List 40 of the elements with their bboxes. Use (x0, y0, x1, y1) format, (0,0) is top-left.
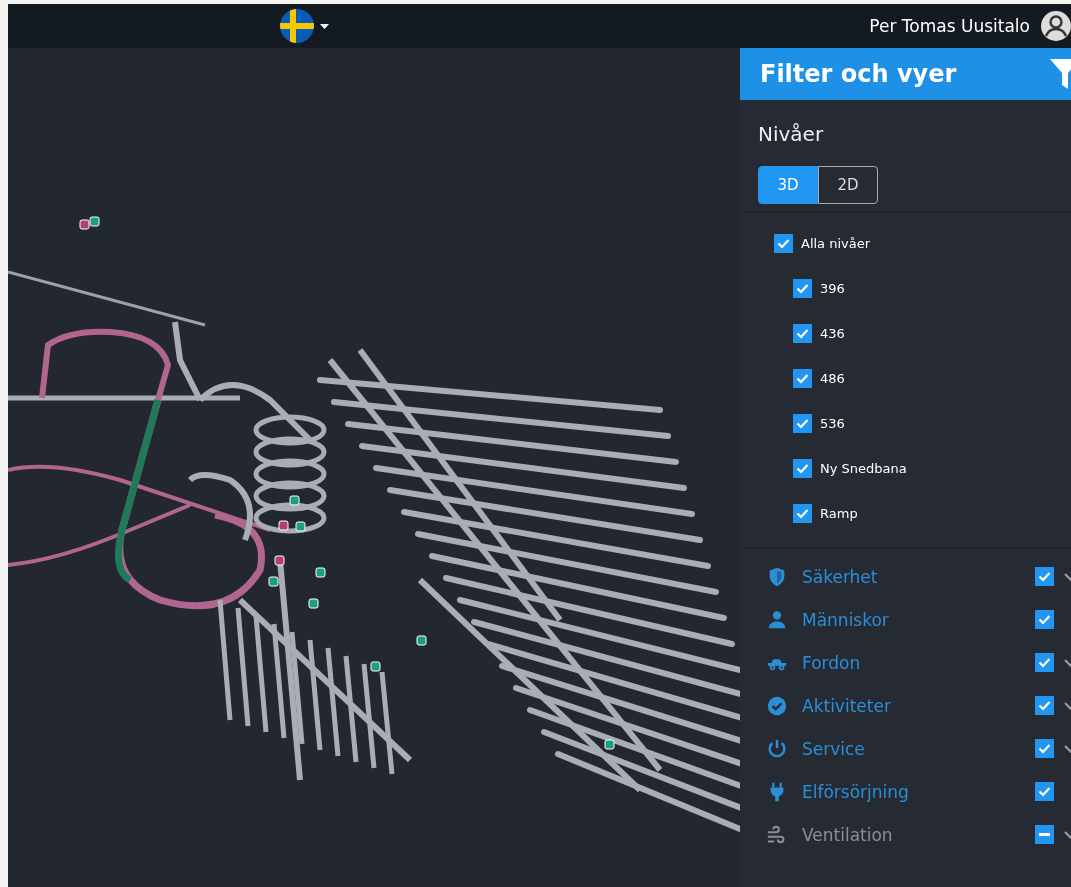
checkbox[interactable] (774, 234, 793, 253)
checkbox[interactable] (1035, 610, 1054, 629)
user-name: Per Tomas Uusitalo (869, 16, 1030, 36)
checkbox[interactable] (1035, 739, 1054, 758)
view-mode-tab[interactable]: 3D (758, 166, 818, 204)
checkbox[interactable] (793, 279, 812, 298)
category-label[interactable]: Service (802, 738, 865, 759)
person-icon (766, 608, 788, 631)
checkbox[interactable] (793, 369, 812, 388)
levels-heading: Nivåer (758, 122, 825, 146)
level-label: 486 (820, 371, 845, 386)
category-label[interactable]: Ventilation (802, 824, 893, 845)
checkbox[interactable] (793, 414, 812, 433)
power-icon (766, 737, 788, 760)
caret-icon[interactable] (320, 23, 329, 29)
level-label: 396 (820, 281, 845, 296)
checkbox[interactable] (1035, 696, 1054, 715)
category-label[interactable]: Människor (802, 609, 889, 630)
level-label: 536 (820, 416, 845, 431)
checkbox[interactable] (1035, 825, 1054, 844)
checkbox[interactable] (793, 324, 812, 343)
checkbox[interactable] (1035, 653, 1054, 672)
panel-title: Filter och vyer (760, 60, 957, 88)
category-label[interactable]: Fordon (802, 652, 861, 673)
level-label: Ramp (820, 506, 858, 521)
checkbox[interactable] (1035, 782, 1054, 801)
avatar-icon[interactable] (1040, 10, 1071, 42)
category-label[interactable]: Elförsörjning (802, 781, 909, 802)
checkbox[interactable] (1035, 567, 1054, 586)
category-label[interactable]: Aktiviteter (802, 695, 891, 716)
category-label[interactable]: Säkerhet (802, 566, 878, 587)
filter-icon[interactable] (1050, 57, 1071, 91)
level-label: Ny Snedbana (820, 461, 907, 476)
checkbox[interactable] (793, 504, 812, 523)
level-label: 436 (820, 326, 845, 341)
swedish-flag-icon[interactable] (280, 9, 314, 43)
view-mode-tab[interactable]: 2D (818, 166, 878, 204)
checkbox[interactable] (793, 459, 812, 478)
level-label: Alla nivåer (801, 236, 871, 251)
check-circle-icon (766, 694, 788, 717)
